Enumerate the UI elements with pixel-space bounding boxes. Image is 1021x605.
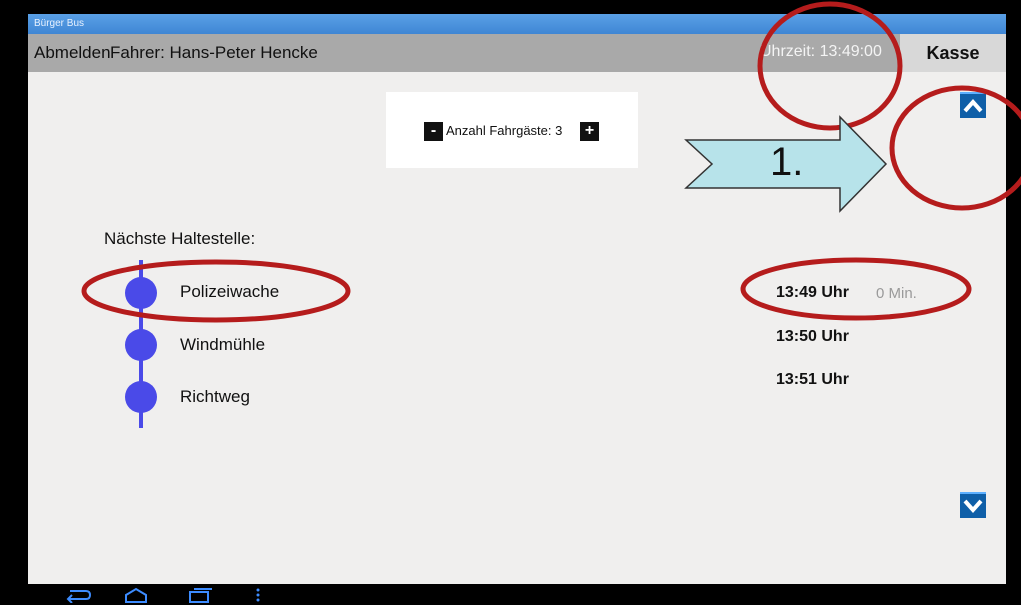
menu-icon[interactable]: [254, 587, 262, 603]
recent-apps-icon[interactable]: [186, 587, 214, 603]
header-bar: Abmelden Fahrer: Hans-Peter Hencke Uhrze…: [28, 34, 1006, 72]
increase-passengers-button[interactable]: +: [580, 122, 599, 141]
chevron-up-icon: [963, 98, 983, 113]
back-icon[interactable]: [64, 587, 92, 603]
decrease-passengers-button[interactable]: -: [424, 122, 443, 141]
stop-marker-1: [125, 277, 157, 309]
stop-name-2[interactable]: Windmühle: [180, 335, 265, 355]
passenger-counter: - Anzahl Fahrgäste: 3 +: [386, 92, 638, 168]
stop-name-3[interactable]: Richtweg: [180, 387, 250, 407]
android-nav-bar: [28, 584, 1006, 605]
step-number-label: 1.: [770, 140, 804, 184]
home-icon[interactable]: [122, 587, 150, 603]
window-title: Bürger Bus: [28, 14, 1006, 34]
next-stop-heading: Nächste Haltestelle:: [104, 229, 256, 248]
stop-time-3: 13:51 Uhr: [776, 371, 849, 388]
passenger-count: Anzahl Fahrgäste: 3: [446, 123, 563, 138]
stop-marker-2: [125, 329, 157, 361]
stop-delay: 0 Min.: [876, 285, 917, 302]
stop-time-2: 13:50 Uhr: [776, 328, 849, 345]
clock-display: Uhrzeit: 13:49:00: [760, 43, 882, 60]
chevron-down-icon: [963, 499, 983, 514]
stop-marker-3: [125, 381, 157, 413]
scroll-down-button[interactable]: [960, 492, 986, 518]
kasse-button[interactable]: Kasse: [900, 34, 1006, 72]
driver-name: Fahrer: Hans-Peter Hencke: [110, 43, 318, 62]
stop-name-1[interactable]: Polizeiwache: [180, 282, 279, 302]
logout-button[interactable]: Abmelden: [34, 43, 111, 63]
main-content: - Anzahl Fahrgäste: 3 + Nächste Halteste…: [28, 72, 1006, 584]
scroll-up-button[interactable]: [960, 92, 986, 118]
stop-time-1: 13:49 Uhr: [776, 284, 849, 301]
tablet-frame: Bürger Bus Abmelden Fahrer: Hans-Peter H…: [0, 0, 1021, 605]
